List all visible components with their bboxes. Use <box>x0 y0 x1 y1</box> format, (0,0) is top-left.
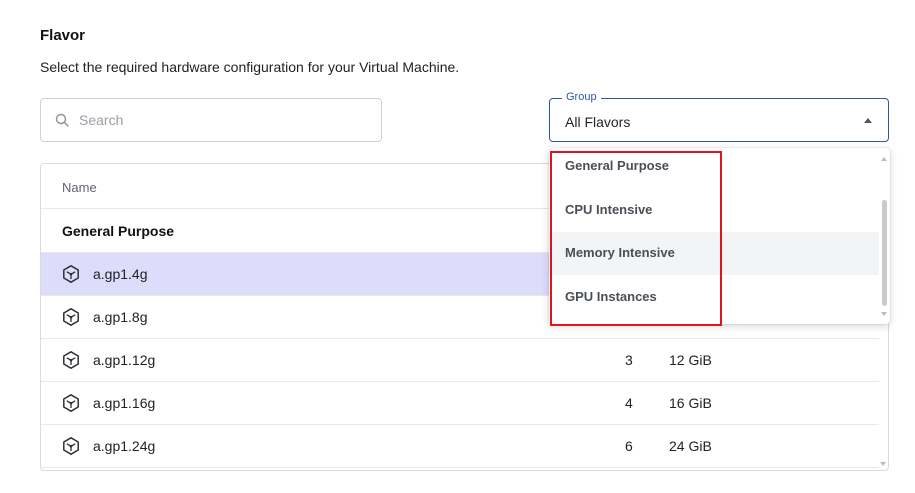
flavor-name: a.gp1.16g <box>93 395 156 411</box>
dropdown-option[interactable]: Memory Intensive <box>549 232 879 275</box>
flavor-ram: 12 GiB <box>669 352 712 368</box>
column-header-name[interactable]: Name <box>62 180 97 195</box>
dropdown-option[interactable]: CPU Intensive <box>549 189 879 232</box>
group-select-label: Group <box>562 91 601 103</box>
flavor-cpu: 6 <box>625 438 633 454</box>
flavor-ram: 24 GiB <box>669 438 712 454</box>
section-title: Flavor <box>40 27 86 44</box>
flavor-cpu: 4 <box>625 395 633 411</box>
table-row[interactable]: a.gp1.12g 3 12 GiB <box>41 339 879 382</box>
dropdown-scroll-down-icon[interactable] <box>881 312 887 316</box>
flavor-name: a.gp1.4g <box>93 266 148 282</box>
flavor-cube-icon <box>63 265 79 283</box>
dropdown-option-label: Memory Intensive <box>565 245 675 260</box>
search-input[interactable] <box>79 112 359 128</box>
flavor-name: a.gp1.8g <box>93 309 148 325</box>
dropdown-option[interactable]: GPU Instances <box>549 276 879 319</box>
flavor-cpu: 3 <box>625 352 633 368</box>
flavor-cube-icon <box>63 351 79 369</box>
dropdown-option-label: GPU Instances <box>565 288 657 304</box>
flavor-cube-icon <box>63 437 79 455</box>
flavor-cube-icon <box>63 308 79 326</box>
group-dropdown-menu: General Purpose CPU Intensive Memory Int… <box>549 148 890 324</box>
dropdown-option-label: General Purpose <box>565 158 670 173</box>
dropdown-option-label: CPU Intensive <box>565 201 653 217</box>
group-select-value: All Flavors <box>565 114 631 130</box>
search-icon <box>55 113 69 127</box>
table-scroll-down-icon[interactable] <box>880 462 886 466</box>
flavor-name: a.gp1.24g <box>93 438 156 454</box>
dropdown-scrollbar-thumb[interactable] <box>882 200 887 306</box>
group-header-label: General Purpose <box>62 223 175 239</box>
dropdown-option[interactable]: General Purpose <box>549 148 879 188</box>
caret-up-icon[interactable] <box>864 118 872 123</box>
flavor-ram: 16 GiB <box>669 395 712 411</box>
flavor-cube-icon <box>63 394 79 412</box>
section-subtitle: Select the required hardware configurati… <box>40 59 460 75</box>
table-row[interactable]: a.gp1.16g 4 16 GiB <box>41 382 879 425</box>
search-box[interactable] <box>40 98 382 142</box>
group-select[interactable]: Group All Flavors <box>549 91 889 142</box>
table-row[interactable]: a.gp1.24g 6 24 GiB <box>41 425 879 468</box>
dropdown-scroll-up-icon[interactable] <box>881 157 887 161</box>
flavor-name: a.gp1.12g <box>93 352 156 368</box>
